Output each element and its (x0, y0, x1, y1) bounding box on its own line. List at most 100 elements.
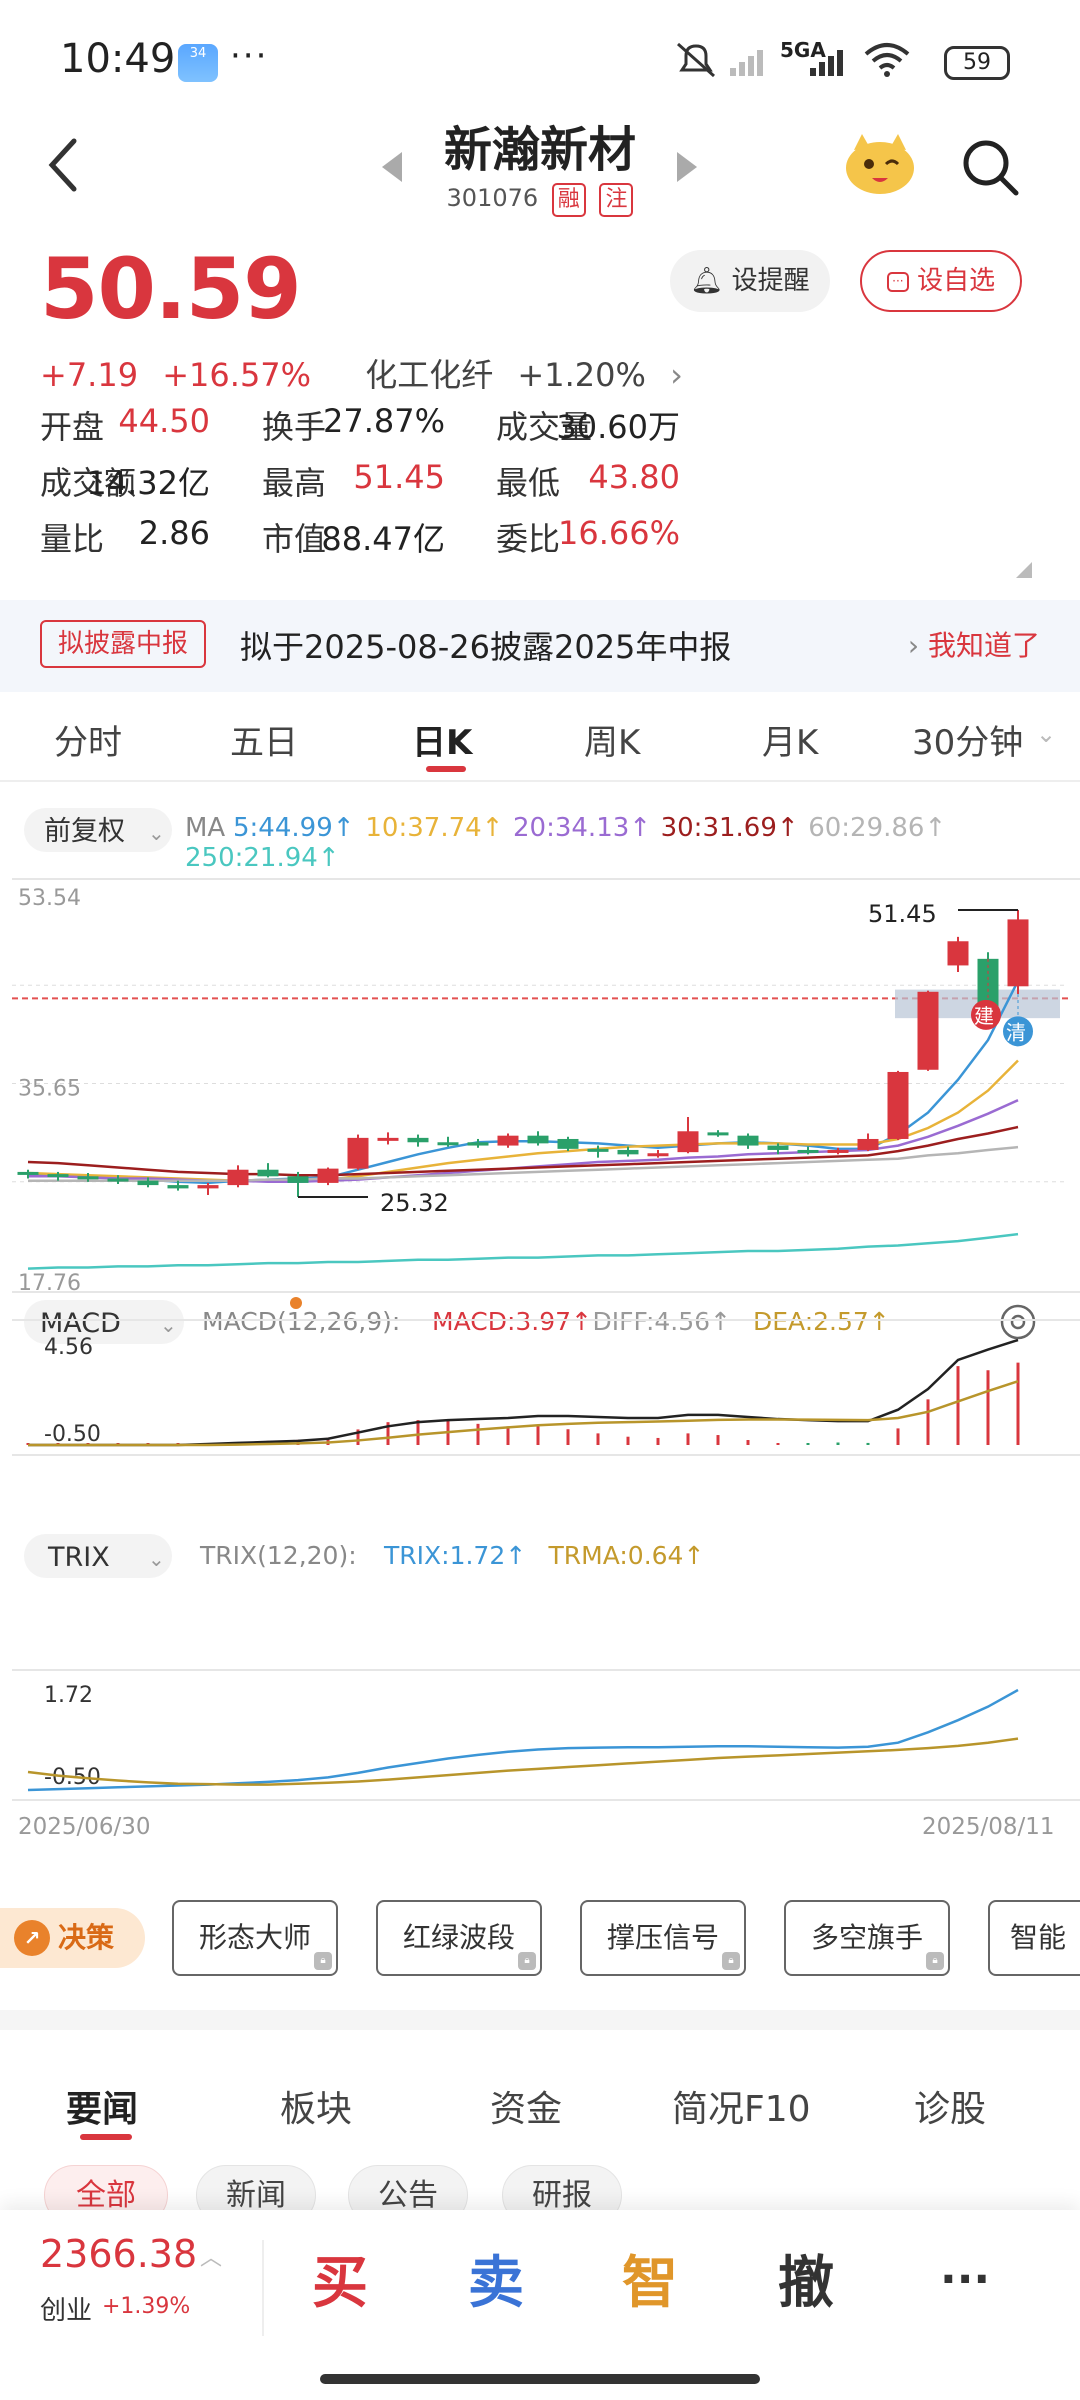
candle-body (197, 1185, 219, 1189)
tab-0[interactable]: 分时 (54, 715, 122, 764)
mascot-icon[interactable] (840, 128, 920, 198)
macd-params: MACD(12,26,9): (202, 1307, 400, 1336)
more-icon[interactable]: ··· (940, 2254, 990, 2305)
smart-button[interactable]: 智 (622, 2238, 678, 2319)
expand-corner-icon[interactable] (1016, 562, 1032, 578)
divider (0, 780, 1080, 782)
lock-icon: 🔒︎ (926, 1952, 944, 1970)
index-name[interactable]: 创业 (40, 2290, 92, 2327)
cancel-order-button[interactable]: 撤 (778, 2238, 834, 2319)
ma-line-ma30 (27, 1125, 1019, 1177)
settings-icon[interactable] (1000, 1304, 1036, 1340)
tool-button[interactable]: 智能 (988, 1900, 1080, 1976)
high-label: 51.45 (868, 900, 937, 928)
add-watchlist-button[interactable]: ··· 设自选 (860, 250, 1022, 312)
tool-button[interactable]: 撑压信号 🔒︎ (580, 1900, 746, 1976)
acknowledge-label: 我知道了 (927, 629, 1040, 662)
candle-body (857, 1138, 879, 1150)
decision-button[interactable]: ↗ 决策 (0, 1908, 145, 1968)
macd-legend-item: DIFF:4.56↑ (593, 1307, 731, 1336)
tab-5[interactable]: 30分钟 (912, 715, 1023, 764)
y-tick-label: 17.76 (18, 1271, 81, 1296)
weather-icon: 34 (178, 44, 218, 82)
lock-icon: 🔒︎ (722, 1952, 740, 1970)
price-change-pct: +16.57% (162, 356, 312, 394)
ma-legend-title: MA (185, 813, 225, 843)
sell-button[interactable]: 卖 (468, 2238, 524, 2319)
clear-marker-label: 清 (1006, 1020, 1026, 1044)
candle-body (107, 1178, 129, 1182)
change-row: +7.19 +16.57% 化工化纤 +1.20% › (40, 350, 697, 396)
candle-body (737, 1135, 759, 1146)
disclosure-tag: 拟披露中报 (40, 620, 207, 668)
trix-line (27, 1688, 1019, 1792)
divider (262, 2240, 264, 2336)
news-tab[interactable]: 资金 (490, 2080, 562, 2132)
build-marker-label: 建 (974, 1004, 994, 1028)
candle-body (707, 1132, 729, 1136)
ma-legend-item: 5:44.99↑ (233, 813, 355, 843)
news-tab[interactable]: 简况F10 (672, 2080, 811, 2132)
candle-body (347, 1137, 369, 1169)
price-change: +7.19 (40, 356, 139, 394)
x-axis-end-label: 2025/08/11 (922, 1814, 1055, 1840)
news-tab[interactable]: 板块 (280, 2080, 352, 2132)
tab-3[interactable]: 周K (584, 715, 640, 764)
tool-button[interactable]: 形态大师 🔒︎ (172, 1900, 338, 1976)
signal-icon (810, 50, 843, 76)
signal-weak-icon (730, 50, 763, 76)
candle-body (77, 1176, 99, 1180)
x-axis-start-label: 2025/06/30 (18, 1814, 151, 1840)
tab-1[interactable]: 五日 (230, 715, 298, 764)
low-label: 25.32 (380, 1189, 449, 1217)
index-change-pct: +1.39% (102, 2294, 191, 2319)
adjust-label: 前复权 (44, 816, 125, 846)
stat-value: 2.86 (138, 514, 210, 552)
index-value[interactable]: 2366.38 (40, 2232, 197, 2276)
ma-legend-item: 20:34.13↑ (513, 813, 651, 843)
candle-body (527, 1135, 549, 1144)
trix-legend-item: TRIX:1.72↑ (383, 1541, 526, 1570)
tab-2[interactable]: 日K (412, 715, 472, 764)
macd-y-tick: -0.50 (44, 1422, 101, 1447)
y-tick-label: 53.54 (18, 886, 81, 911)
news-tab[interactable]: 要闻 (66, 2080, 138, 2132)
trix-y-tick: 1.72 (44, 1683, 93, 1708)
acknowledge-link[interactable]: › 我知道了 (908, 624, 1040, 664)
kline-chart[interactable]: 前复权 ⌄ MA 5:44.99↑ 10:37.74↑ 20:34.13↑ 30:31.69… (0, 790, 1080, 1840)
candle-body (47, 1174, 69, 1178)
buy-button[interactable]: 买 (312, 2238, 368, 2319)
search-icon[interactable] (958, 135, 1022, 199)
candle-body (167, 1185, 189, 1189)
chevron-right-icon: › (907, 629, 928, 662)
candle-body (887, 1071, 909, 1139)
tool-label: 多空旗手 (810, 1921, 923, 1954)
candle-body (947, 941, 969, 966)
candle-body (617, 1149, 639, 1155)
chevron-down-icon[interactable]: ⌄ (1036, 720, 1056, 748)
candle-body (377, 1137, 399, 1141)
sector-pct[interactable]: +1.20% (517, 356, 645, 394)
ma-line-ma10 (27, 1059, 1019, 1182)
stat-value: 16.66% (557, 514, 680, 552)
macd-y-tick: 4.56 (44, 1335, 93, 1360)
chevron-down-icon: ⌄ (148, 1547, 165, 1571)
settings-icon-center (1010, 1314, 1026, 1330)
add-watchlist-label: 设自选 (917, 266, 996, 296)
battery-icon: 59 (944, 46, 1010, 80)
stat-value: 51.45 (353, 458, 445, 496)
chevron-right-icon[interactable]: › (670, 356, 683, 394)
tool-label: 智能 (1010, 1921, 1067, 1954)
ma-line-ma5 (27, 980, 1020, 1185)
tool-button[interactable]: 多空旗手 🔒︎ (784, 1900, 950, 1976)
candle-body (587, 1148, 609, 1152)
news-tab[interactable]: 诊股 (914, 2080, 986, 2132)
news-tab-indicator (80, 2134, 132, 2140)
tool-button[interactable]: 红绿波段 🔒︎ (376, 1900, 542, 1976)
trix-params: TRIX(12,20): (199, 1541, 357, 1570)
ma-legend-item: 10:37.74↑ (365, 813, 503, 843)
tab-4[interactable]: 月K (762, 715, 818, 764)
sector-name[interactable]: 化工化纤 (365, 356, 493, 394)
set-alert-button[interactable]: 🔔︎ 设提醒 (670, 250, 830, 312)
candle-body (797, 1149, 819, 1153)
